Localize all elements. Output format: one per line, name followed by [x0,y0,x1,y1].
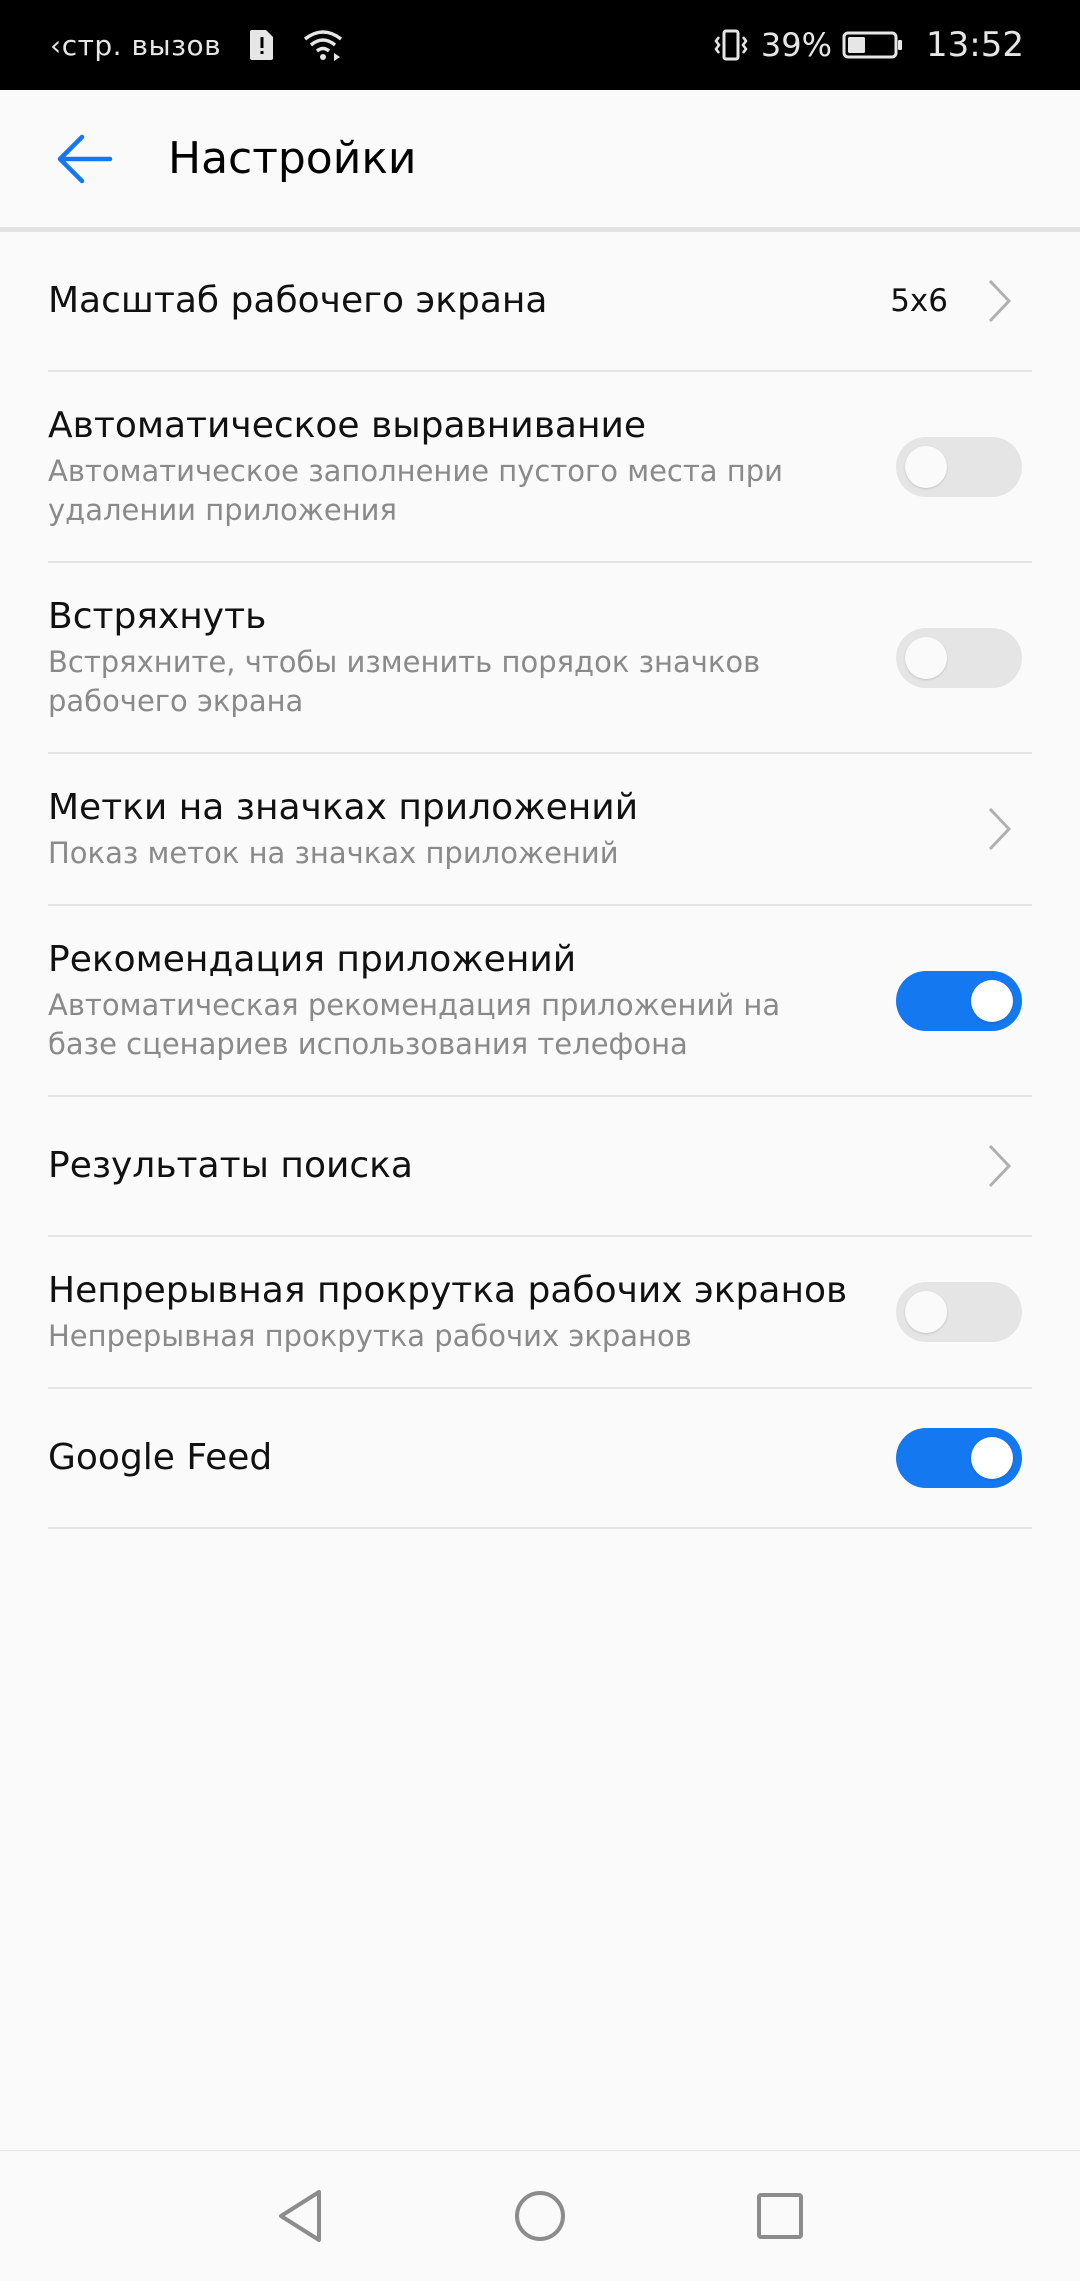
continuous-scroll-toggle[interactable] [896,1282,1022,1342]
nav-recents-button[interactable] [745,2181,815,2251]
setting-value: 5x6 [890,283,948,319]
nav-back-button[interactable] [265,2181,335,2251]
auto-align-toggle[interactable] [896,436,1022,497]
clock: 13:52 [926,25,1024,65]
carrier-text: ‹стр. вызов [50,28,222,62]
back-triangle-icon [279,2190,321,2242]
chevron-right-icon [982,1140,1018,1192]
app-recommendations-toggle[interactable] [896,970,1022,1031]
toggle-knob [905,636,947,679]
wifi-icon [303,29,343,61]
setting-auto-align[interactable]: Автоматическое выравнивание Автоматическ… [48,372,1032,563]
setting-screen-scale[interactable]: Масштаб рабочего экрана 5x6 [48,232,1032,372]
setting-subtitle: Автоматическая рекомендация приложений н… [48,988,781,1061]
chevron-right-icon [982,275,1018,327]
setting-title: Встряхнуть [48,596,267,637]
battery-icon [842,30,904,60]
toggle-knob [905,1291,947,1333]
back-button[interactable] [44,124,124,194]
setting-title: Масштаб рабочего экрана [48,280,548,321]
settings-list: Масштаб рабочего экрана 5x6 Автоматическ… [0,232,1080,1529]
nav-home-button[interactable] [505,2181,575,2251]
setting-subtitle: Встряхните, чтобы изменить порядок значк… [48,645,761,718]
toggle-knob [971,979,1013,1022]
setting-title: Результаты поиска [48,1145,413,1186]
sim-alert-icon [249,29,275,61]
setting-title: Рекомендация приложений [48,939,577,980]
chevron-right-icon [982,803,1018,855]
arrow-left-icon [57,134,113,184]
recents-square-icon [757,2193,803,2239]
setting-title: Google Feed [48,1437,273,1478]
home-circle-icon [515,2191,565,2241]
setting-continuous-scroll[interactable]: Непрерывная прокрутка рабочих экранов Не… [48,1237,1032,1389]
toggle-knob [905,445,947,488]
navigation-bar [0,2150,1080,2281]
shake-toggle[interactable] [896,627,1022,688]
battery-percent: 39% [760,26,833,64]
setting-app-badges[interactable]: Метки на значках приложений Показ меток … [48,754,1032,906]
app-bar: Настройки [0,90,1080,228]
setting-app-recommendations[interactable]: Рекомендация приложений Автоматическая р… [48,906,1032,1097]
page-title: Настройки [168,133,417,184]
toggle-knob [971,1437,1013,1479]
vibrate-icon [711,28,751,62]
setting-shake[interactable]: Встряхнуть Встряхните, чтобы изменить по… [48,563,1032,754]
setting-subtitle: Непрерывная прокрутка рабочих экранов [48,1319,692,1353]
google-feed-toggle[interactable] [896,1428,1022,1488]
setting-search-results[interactable]: Результаты поиска [48,1097,1032,1237]
setting-subtitle: Показ меток на значках приложений [48,836,619,870]
status-bar: ‹стр. вызов 39% 13:52 [0,0,1080,90]
setting-google-feed[interactable]: Google Feed [48,1389,1032,1529]
setting-title: Непрерывная прокрутка рабочих экранов [48,1270,848,1311]
setting-subtitle: Автоматическое заполнение пустого места … [48,454,783,527]
setting-title: Автоматическое выравнивание [48,405,647,446]
setting-title: Метки на значках приложений [48,787,639,828]
